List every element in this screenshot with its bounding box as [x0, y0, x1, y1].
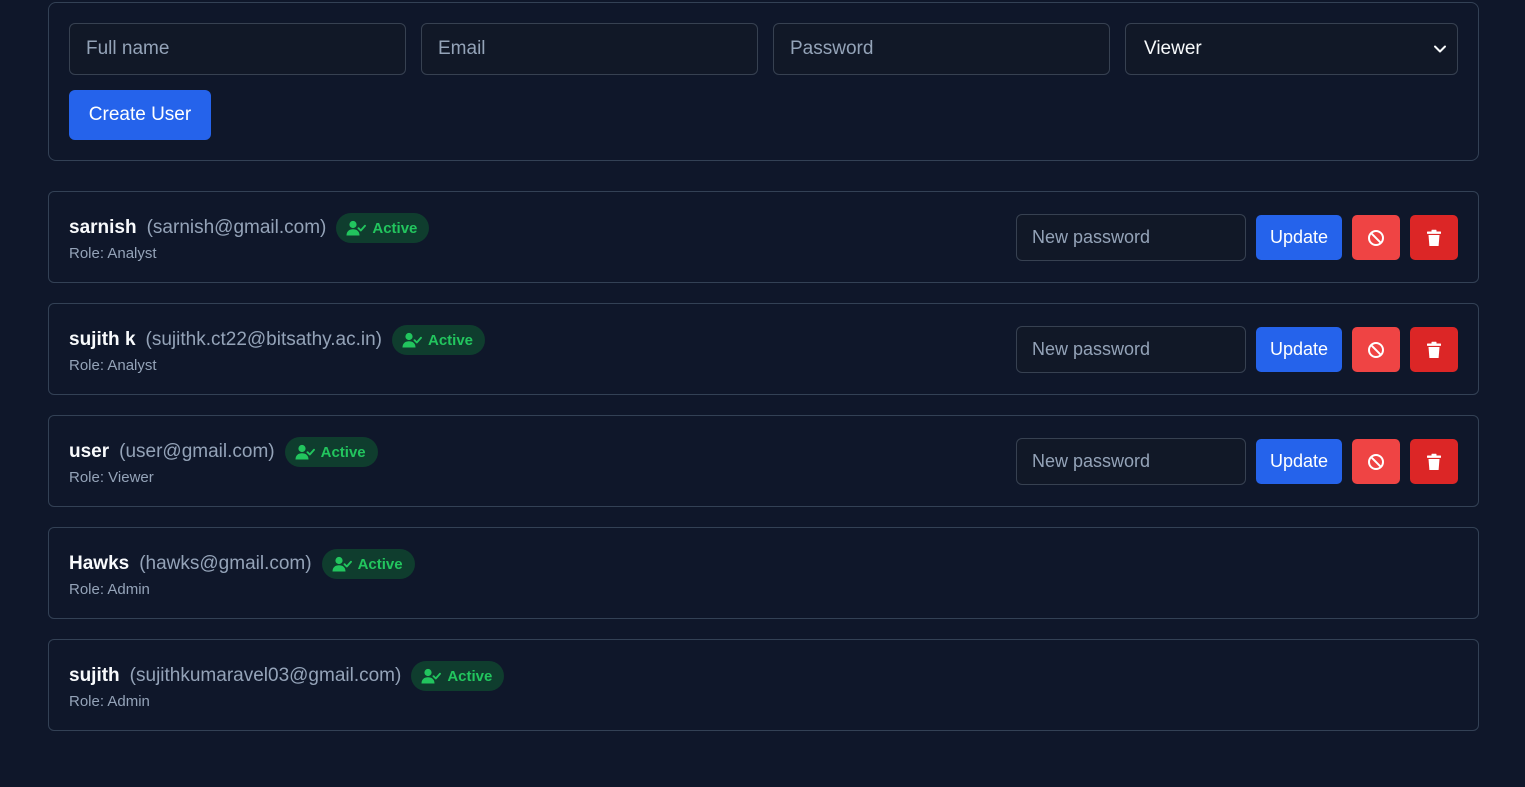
user-check-icon	[295, 444, 315, 460]
user-name: sujith	[69, 665, 120, 686]
user-role: Role: Analyst	[69, 357, 157, 374]
status-badge: Active	[321, 549, 415, 579]
status-badge: Active	[392, 325, 486, 355]
delete-user-button[interactable]	[1410, 215, 1458, 260]
status-label: Active	[372, 219, 418, 237]
user-check-icon	[346, 220, 367, 236]
update-password-button[interactable]: Update	[1256, 327, 1342, 372]
deactivate-user-button[interactable]	[1352, 439, 1400, 484]
new-password-input[interactable]	[1016, 214, 1246, 261]
user-card-hawks: Hawks (hawks@gmail.com) Active Role: Adm…	[48, 527, 1479, 619]
user-email: (sarnish@gmail.com)	[146, 217, 327, 238]
role-select-value: Viewer	[1144, 38, 1202, 59]
user-actions: Update	[1016, 214, 1458, 261]
email-input[interactable]	[421, 23, 758, 75]
deactivate-user-button[interactable]	[1352, 215, 1400, 260]
user-actions: Update	[1016, 438, 1458, 485]
ban-icon	[1368, 453, 1384, 470]
user-email: (sujithkumaravel03@gmail.com)	[129, 665, 402, 686]
status-label: Active	[357, 555, 403, 573]
create-user-button[interactable]: Create User	[69, 90, 211, 140]
user-actions: Update	[1016, 326, 1458, 373]
user-check-icon	[402, 332, 422, 348]
user-card-user: user (user@gmail.com) Active Role: Viewe…	[48, 415, 1479, 507]
user-card-sarnish: sarnish (sarnish@gmail.com) Active Role:…	[48, 191, 1479, 283]
status-label: Active	[447, 667, 493, 685]
user-role: Role: Admin	[69, 693, 150, 710]
user-email: (user@gmail.com)	[119, 441, 275, 462]
user-info: sujith (sujithkumaravel03@gmail.com) Act…	[69, 660, 505, 710]
new-password-input[interactable]	[1016, 438, 1246, 485]
delete-user-button[interactable]	[1410, 439, 1458, 484]
chevron-down-icon	[1434, 45, 1446, 53]
update-password-button[interactable]: Update	[1256, 215, 1342, 260]
status-label: Active	[428, 331, 474, 349]
trash-icon	[1427, 229, 1441, 246]
delete-user-button[interactable]	[1410, 327, 1458, 372]
user-role: Role: Admin	[69, 581, 150, 598]
user-name: sujith k	[69, 329, 136, 350]
ban-icon	[1368, 229, 1384, 246]
trash-icon	[1427, 453, 1441, 470]
user-info: user (user@gmail.com) Active Role: Viewe…	[69, 436, 378, 486]
user-card-sujith-k: sujith k (sujithk.ct22@bitsathy.ac.in) A…	[48, 303, 1479, 395]
status-label: Active	[320, 443, 366, 461]
update-password-button[interactable]: Update	[1256, 439, 1342, 484]
user-card-sujith: sujith (sujithkumaravel03@gmail.com) Act…	[48, 639, 1479, 731]
create-user-fields: Viewer	[69, 23, 1458, 75]
status-badge: Active	[411, 661, 505, 691]
user-role: Role: Viewer	[69, 469, 154, 486]
user-name: Hawks	[69, 553, 130, 574]
user-email: (hawks@gmail.com)	[139, 553, 312, 574]
user-name: sarnish	[69, 217, 137, 238]
user-email: (sujithk.ct22@bitsathy.ac.in)	[145, 329, 382, 350]
role-select[interactable]: Viewer	[1125, 23, 1458, 75]
status-badge: Active	[284, 437, 378, 467]
trash-icon	[1427, 341, 1441, 358]
user-name: user	[69, 441, 110, 462]
create-user-form: Viewer Create User	[48, 2, 1479, 161]
user-info: sujith k (sujithk.ct22@bitsathy.ac.in) A…	[69, 324, 486, 374]
user-info: Hawks (hawks@gmail.com) Active Role: Adm…	[69, 548, 415, 598]
user-check-icon	[421, 668, 442, 684]
user-role: Role: Analyst	[69, 245, 157, 262]
password-input[interactable]	[773, 23, 1110, 75]
status-badge: Active	[336, 213, 430, 243]
user-info: sarnish (sarnish@gmail.com) Active Role:…	[69, 212, 430, 262]
ban-icon	[1368, 341, 1384, 358]
full-name-input[interactable]	[69, 23, 406, 75]
user-check-icon	[332, 556, 352, 572]
new-password-input[interactable]	[1016, 326, 1246, 373]
deactivate-user-button[interactable]	[1352, 327, 1400, 372]
